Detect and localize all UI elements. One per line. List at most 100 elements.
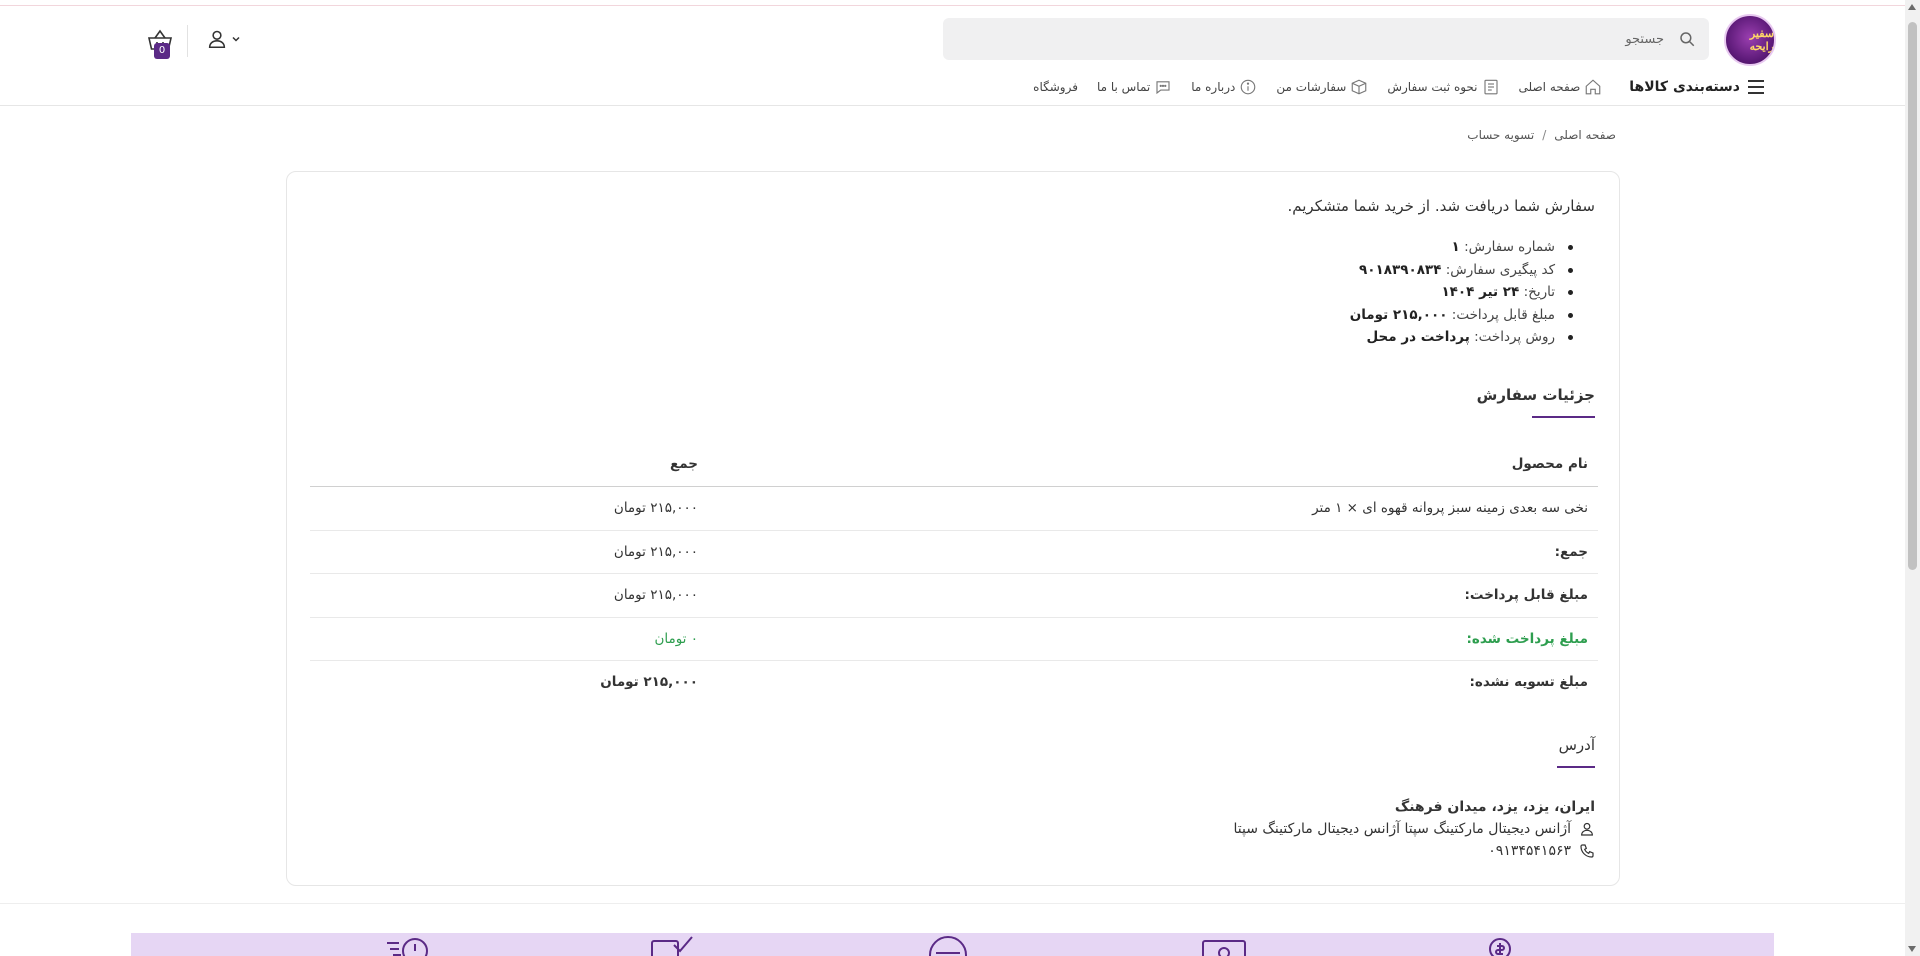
overview-date: تاریخ: ۲۴ تیر ۱۴۰۴: [1350, 281, 1595, 304]
search-box[interactable]: [943, 18, 1709, 60]
order-details-table: نام محصول جمع نخی سه بعدی زمینه سبز پروا…: [310, 443, 1598, 705]
table-header-row: نام محصول جمع: [310, 443, 1598, 487]
heading-underline: [1532, 416, 1595, 418]
search-icon[interactable]: [1678, 30, 1696, 48]
nav-my-orders[interactable]: سفارشات من: [1276, 78, 1368, 96]
payable-label: مبلغ قابل پرداخت:: [1464, 587, 1588, 603]
scrollbar-thumb[interactable]: [1908, 22, 1917, 570]
verified-icon: [651, 936, 693, 956]
table-row: جمع: ۲۱۵,۰۰۰ تومان: [310, 531, 1598, 574]
overview-value: ۹۰۱۸۳۹۰۸۳۴: [1359, 261, 1442, 278]
document-icon: [1483, 79, 1498, 95]
table-row: نخی سه بعدی زمینه سبز پروانه قهوه ای × ۱…: [310, 487, 1598, 531]
scroll-up-arrow-icon[interactable]: [1908, 4, 1916, 10]
nav-my-orders-label: سفارشات من: [1276, 80, 1347, 94]
overview-total: مبلغ قابل پرداخت: ۲۱۵,۰۰۰ تومان: [1350, 304, 1595, 327]
account-button[interactable]: [205, 26, 241, 52]
categories-menu[interactable]: دسته‌بندی کالاها: [1629, 79, 1765, 95]
overview-label: مبلغ قابل پرداخت:: [1451, 306, 1555, 323]
overview-order-number: شماره سفارش: ۱: [1350, 236, 1595, 259]
header-border: [0, 105, 1905, 106]
user-icon: [1581, 822, 1593, 836]
info-icon: [1241, 79, 1256, 95]
paid-label: مبلغ پرداخت شده:: [1466, 630, 1589, 647]
address-phone[interactable]: ۰۹۱۳۴۵۴۱۵۶۳: [1488, 840, 1571, 862]
overview-label: شماره سفارش:: [1464, 239, 1555, 255]
cart-button[interactable]: 0: [138, 27, 174, 59]
menu-icon: [1748, 80, 1764, 94]
credit-card-icon: [929, 936, 967, 956]
main-nav: دسته‌بندی کالاها صفحه اصلی نحوه ثبت سفار…: [1033, 76, 1765, 98]
nav-contact[interactable]: تماس با ما: [1097, 78, 1172, 96]
address-title: آدرس: [1558, 736, 1595, 754]
address-line: ایران، یزد، یزد، میدان فرهنگ: [1394, 799, 1595, 815]
subtotal-label: جمع:: [1554, 543, 1588, 560]
cart-count-badge: 0: [154, 43, 170, 59]
order-details-title: جزئیات سفارش: [1476, 386, 1595, 404]
top-accent-line: [0, 5, 1905, 6]
breadcrumb-home[interactable]: صفحه اصلی: [1554, 128, 1616, 142]
cash-icon: [1202, 940, 1246, 956]
fast-delivery-icon: [387, 938, 428, 956]
overview-label: کد پیگیری سفارش:: [1445, 261, 1555, 278]
product-name[interactable]: نخی سه بعدی زمینه سبز پروانه قهوه ای × ۱…: [1312, 500, 1588, 516]
money-icon: [1489, 938, 1511, 956]
table-row: مبلغ قابل پرداخت: ۲۱۵,۰۰۰ تومان: [310, 574, 1598, 618]
payable-value: ۲۱۵,۰۰۰ تومان: [613, 587, 698, 603]
box-icon: [1352, 79, 1367, 95]
nav-contact-label: تماس با ما: [1096, 80, 1151, 94]
overview-value: ۱: [1451, 239, 1460, 255]
nav-how-to-order[interactable]: نحوه ثبت سفارش: [1387, 78, 1499, 96]
address-block: ایران، یزد، یزد، میدان فرهنگ آژانس دیجیت…: [1233, 796, 1595, 862]
overview-value: پرداخت در محل: [1366, 329, 1470, 345]
address-name-line: آژانس دیجیتال مارکتینگ سپتا آژانس دیجیتا…: [1233, 818, 1595, 840]
site-logo[interactable]: سفیر رایحه: [1724, 14, 1776, 66]
product-total: ۲۱۵,۰۰۰ تومان: [613, 500, 698, 516]
address-heading: آدرس: [1557, 736, 1595, 768]
overview-value: ۲۱۵,۰۰۰ تومان: [1349, 306, 1448, 323]
nav-home[interactable]: صفحه اصلی: [1519, 78, 1603, 96]
overview-label: تاریخ:: [1523, 284, 1555, 300]
breadcrumb-separator: /: [1542, 128, 1547, 142]
overview-payment-method: روش پرداخت: پرداخت در محل: [1350, 326, 1595, 349]
categories-label: دسته‌بندی کالاها: [1629, 79, 1740, 95]
overview-value: ۲۴ تیر ۱۴۰۴: [1441, 284, 1520, 300]
page-scrollbar[interactable]: [1905, 0, 1920, 956]
paid-value: ۰ تومان: [654, 630, 698, 647]
features-strip: [131, 933, 1774, 956]
header-total: جمع: [669, 456, 698, 472]
address-name: آژانس دیجیتال مارکتینگ سپتا آژانس دیجیتا…: [1233, 821, 1571, 837]
nav-about-label: درباره ما: [1191, 80, 1236, 94]
order-overview: شماره سفارش: ۱ کد پیگیری سفارش: ۹۰۱۸۳۹۰۸…: [1350, 236, 1595, 349]
breadcrumb: صفحه اصلی / تسویه حساب: [1467, 128, 1616, 142]
nav-shop-label: فروشگاه: [1033, 80, 1078, 94]
nav-home-label: صفحه اصلی: [1518, 80, 1581, 94]
breadcrumb-current: تسویه حساب: [1467, 128, 1535, 142]
search-input[interactable]: [943, 18, 1709, 60]
table-row: مبلغ تسویه نشده: ۲۱۵,۰۰۰ تومان: [310, 661, 1598, 705]
overview-label: روش پرداخت:: [1474, 329, 1555, 345]
chevron-down-icon: [232, 36, 240, 42]
unpaid-value: ۲۱۵,۰۰۰ تومان: [600, 674, 698, 690]
overview-tracking-code: کد پیگیری سفارش: ۹۰۱۸۳۹۰۸۳۴: [1350, 259, 1595, 282]
order-thanks-message: سفارش شما دریافت شد. از خرید شما متشکریم…: [1287, 197, 1596, 215]
order-received-card: سفارش شما دریافت شد. از خرید شما متشکریم…: [286, 171, 1620, 886]
user-icon: [208, 30, 226, 49]
phone-icon: [1580, 844, 1594, 858]
nav-about[interactable]: درباره ما: [1191, 78, 1257, 96]
logo-text: سفیر رایحه: [1749, 27, 1774, 53]
nav-shop[interactable]: فروشگاه: [1033, 80, 1078, 94]
chat-icon: [1156, 81, 1170, 95]
order-details-heading: جزئیات سفارش: [1476, 386, 1595, 418]
header-product-name: نام محصول: [1511, 456, 1588, 472]
scroll-down-arrow-icon[interactable]: [1908, 946, 1916, 952]
header-divider: [187, 25, 188, 57]
home-icon: [1585, 79, 1601, 95]
footer-separator: [0, 903, 1905, 904]
unpaid-label: مبلغ تسویه نشده:: [1469, 674, 1588, 690]
nav-how-to-order-label: نحوه ثبت سفارش: [1387, 80, 1478, 94]
address-phone-line: ۰۹۱۳۴۵۴۱۵۶۳: [1233, 840, 1595, 862]
subtotal-value: ۲۱۵,۰۰۰ تومان: [613, 543, 698, 560]
heading-underline: [1557, 766, 1595, 768]
table-row: مبلغ پرداخت شده: ۰ تومان: [310, 618, 1598, 661]
